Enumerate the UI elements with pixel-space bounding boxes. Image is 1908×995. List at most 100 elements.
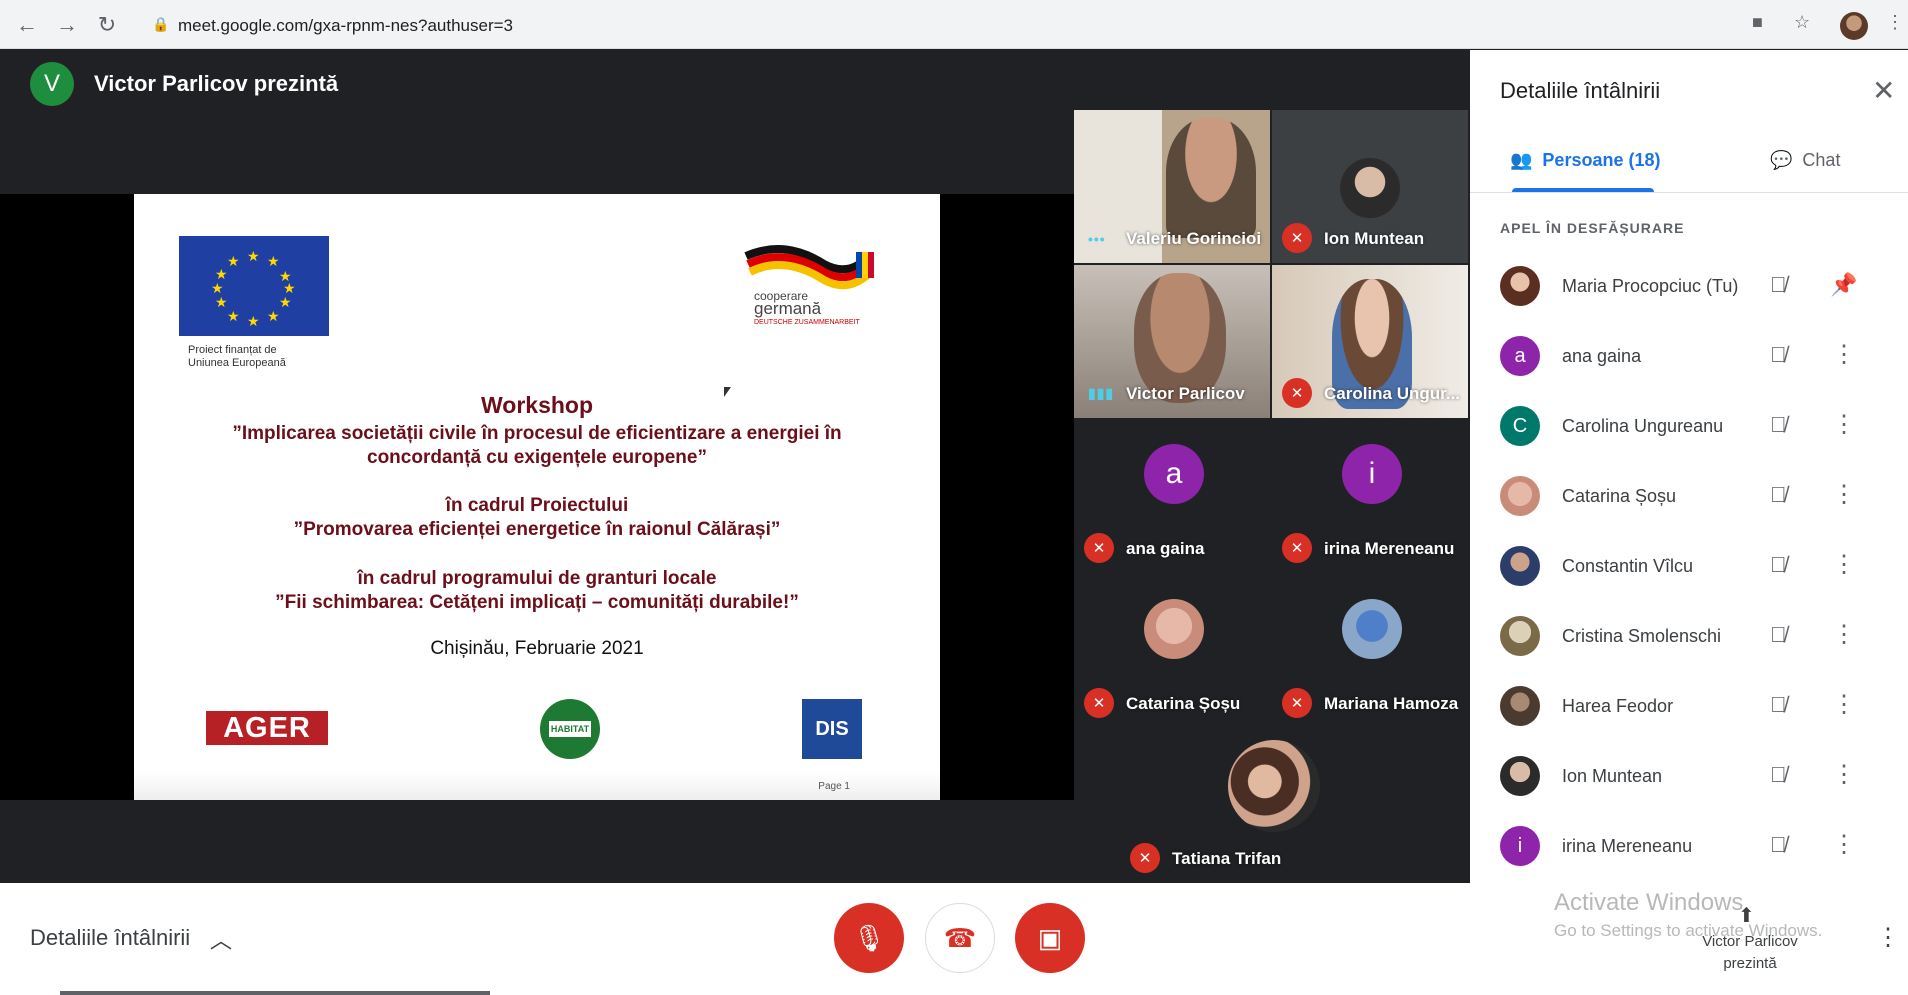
profile-avatar[interactable] [1840,12,1868,40]
presentation-slide: ★ ★ ★ ★ ★ ★ ★ ★ ★ ★ ★ ★ Proiect finanțat… [134,194,940,800]
mic-off-icon[interactable]: 🎙̸ [1770,482,1787,508]
avatar [1500,686,1540,726]
participant-tile[interactable]: ✕ Tatiana Trifan [1120,730,1424,883]
present-screen-icon[interactable]: ⬆ [1738,903,1755,928]
mic-off-icon[interactable]: 🎙̸ [1770,622,1787,648]
list-item[interactable]: Catarina Șoșu 🎙̸ ⋮ [1500,466,1890,526]
mic-off-icon[interactable]: 🎙̸ [1770,762,1787,788]
mic-off-icon[interactable]: 🎙̸ [1770,342,1787,368]
participant-name: Ion Muntean [1324,229,1425,248]
mic-off-icon[interactable]: 🎙̸ [1770,272,1787,298]
participant-name: Mariana Hamoza [1324,694,1459,713]
list-item[interactable]: C Carolina Ungureanu 🎙̸ ⋮ [1500,396,1890,456]
section-label: APEL ÎN DESFĂȘURARE [1500,220,1685,236]
avatar [1500,476,1540,516]
browser-menu-icon[interactable]: ⋮ [1886,12,1904,33]
meeting-details-button[interactable]: Detaliile întâlnirii [30,925,190,951]
participant-avatar [1342,599,1402,659]
more-options-icon[interactable]: ⋮ [1832,760,1856,789]
activate-windows-title: Activate Windows [1554,889,1744,916]
eu-caption: Proiect finanțat de Uniunea Europeană [188,344,286,370]
participant-name: Carolina Ungureanu [1562,416,1724,436]
participant-avatar: i [1342,444,1402,504]
tab-chat[interactable]: 💬 Chat [1770,150,1840,171]
more-options-icon[interactable]: ⋮ [1876,923,1900,952]
participant-tile[interactable]: ✕ Ion Muntean [1272,110,1468,263]
presenting-status[interactable]: Victor Parlicov prezintă [1680,931,1820,975]
pin-icon[interactable]: 📌 [1830,272,1857,298]
muted-mic-icon: ✕ [1084,533,1114,563]
list-item[interactable]: Maria Procopciuc (Tu) 🎙̸ 📌 [1500,256,1890,316]
participant-name: Valeriu Gorincioi [1126,229,1262,248]
bottom-control-bar: Detaliile întâlnirii ︿ 🎙 ☎ ▣ Activate Wi… [0,883,1908,995]
tab-people-label: Persoane (18) [1542,150,1661,170]
presenting-line: prezintă [1723,955,1777,972]
participant-tile[interactable]: ✕ Mariana Hamoza [1272,575,1468,728]
tab-people[interactable]: 👥 Persoane (18) [1510,150,1660,171]
slide-subtitle-3: în cadrul programului de granturi locale… [134,567,940,615]
more-options-icon[interactable]: ⋮ [1832,830,1856,859]
camera-toggle-button[interactable]: ▣ [1015,903,1085,973]
slide-line: ”Fii schimbarea: Cetățeni implicați – co… [275,592,799,613]
mic-off-icon[interactable]: 🎙̸ [1770,832,1787,858]
scrollbar[interactable] [60,991,490,995]
eu-caption-line: Uniunea Europeană [188,357,286,369]
leave-call-button[interactable]: ☎ [925,903,995,973]
mic-off-icon[interactable]: 🎙̸ [1770,552,1787,578]
participant-tile[interactable]: ✕ Carolina Ungur... [1272,265,1468,418]
browser-toolbar: ← → ↻ 🔒 meet.google.com/gxa-rpnm-nes?aut… [0,0,1908,49]
more-options-icon[interactable]: ⋮ [1832,410,1856,439]
slide-line: în cadrul programului de granturi locale [357,568,717,589]
slide-line: ”Promovarea eficienței energetice în rai… [293,519,781,540]
participant-grid: ••• Valeriu Gorincioi ✕ Ion Muntean ▮▮▮ … [1074,110,1470,883]
list-item[interactable]: a ana gaina 🎙̸ ⋮ [1500,326,1890,386]
participant-name: Carolina Ungur... [1324,384,1461,403]
list-item[interactable]: Harea Feodor 🎙̸ ⋮ [1500,676,1890,736]
close-icon[interactable]: ✕ [1872,74,1895,107]
mic-off-icon[interactable]: 🎙̸ [1770,412,1787,438]
slide-title: Workshop [480,392,594,418]
list-item[interactable]: Cristina Smolenschi 🎙̸ ⋮ [1500,606,1890,666]
mic-off-icon[interactable]: 🎙̸ [1770,692,1787,718]
habitat-logo: HABITAT [540,699,600,759]
camera-icon[interactable]: ■ [1752,12,1763,33]
participant-name: Cristina Smolenschi [1562,626,1722,646]
participant-tile[interactable]: a ✕ ana gaina [1074,420,1270,573]
participant-name: ana gaina [1126,539,1205,558]
reload-icon[interactable]: ↻ [94,12,120,38]
more-options-icon[interactable]: ⋮ [1832,480,1856,509]
slide-subtitle-1: ”Implicarea societății civile în procesu… [134,422,940,470]
speaking-indicator-icon: ••• [1088,231,1106,247]
bookmark-star-icon[interactable]: ☆ [1794,12,1810,33]
participant-name: Victor Parlicov [1126,384,1245,403]
participant-name: ana gaina [1562,346,1642,366]
back-arrow-icon[interactable]: ← [14,12,40,38]
participant-avatar: a [1144,444,1204,504]
participant-avatar [1340,158,1400,218]
list-item[interactable]: Constantin Vîlcu 🎙̸ ⋮ [1500,536,1890,596]
mouse-cursor-icon [724,387,731,397]
chevron-up-icon[interactable]: ︿ [210,923,232,955]
slide-footer: Page 1 [134,772,940,800]
url-text[interactable]: meet.google.com/gxa-rpnm-nes?authuser=3 [178,16,513,36]
address-bar[interactable]: 🔒 meet.google.com/gxa-rpnm-nes?authuser=… [140,8,1880,42]
participant-name: irina Mereneanu [1562,836,1693,856]
participant-tile[interactable]: ▮▮▮ Victor Parlicov [1074,265,1270,418]
more-options-icon[interactable]: ⋮ [1832,340,1856,369]
participant-name: Constantin Vîlcu [1562,556,1694,576]
tab-chat-label: Chat [1802,150,1841,170]
avatar: C [1500,406,1540,446]
list-item[interactable]: i irina Mereneanu 🎙̸ ⋮ [1500,816,1890,876]
german-logo-line2: germană [754,299,822,318]
forward-arrow-icon[interactable]: → [54,12,80,38]
more-options-icon[interactable]: ⋮ [1832,690,1856,719]
people-icon: 👥 [1510,150,1533,170]
list-item[interactable]: Ion Muntean 🎙̸ ⋮ [1500,746,1890,806]
participant-tile[interactable]: ✕ Catarina Șoșu [1074,575,1270,728]
mic-toggle-button[interactable]: 🎙 [834,903,904,973]
meeting-details-panel: Detaliile întâlnirii ✕ 👥 Persoane (18) 💬… [1470,50,1908,883]
participant-tile[interactable]: ••• Valeriu Gorincioi [1074,110,1270,263]
more-options-icon[interactable]: ⋮ [1832,620,1856,649]
more-options-icon[interactable]: ⋮ [1832,550,1856,579]
participant-tile[interactable]: i ✕ irina Mereneanu [1272,420,1468,573]
